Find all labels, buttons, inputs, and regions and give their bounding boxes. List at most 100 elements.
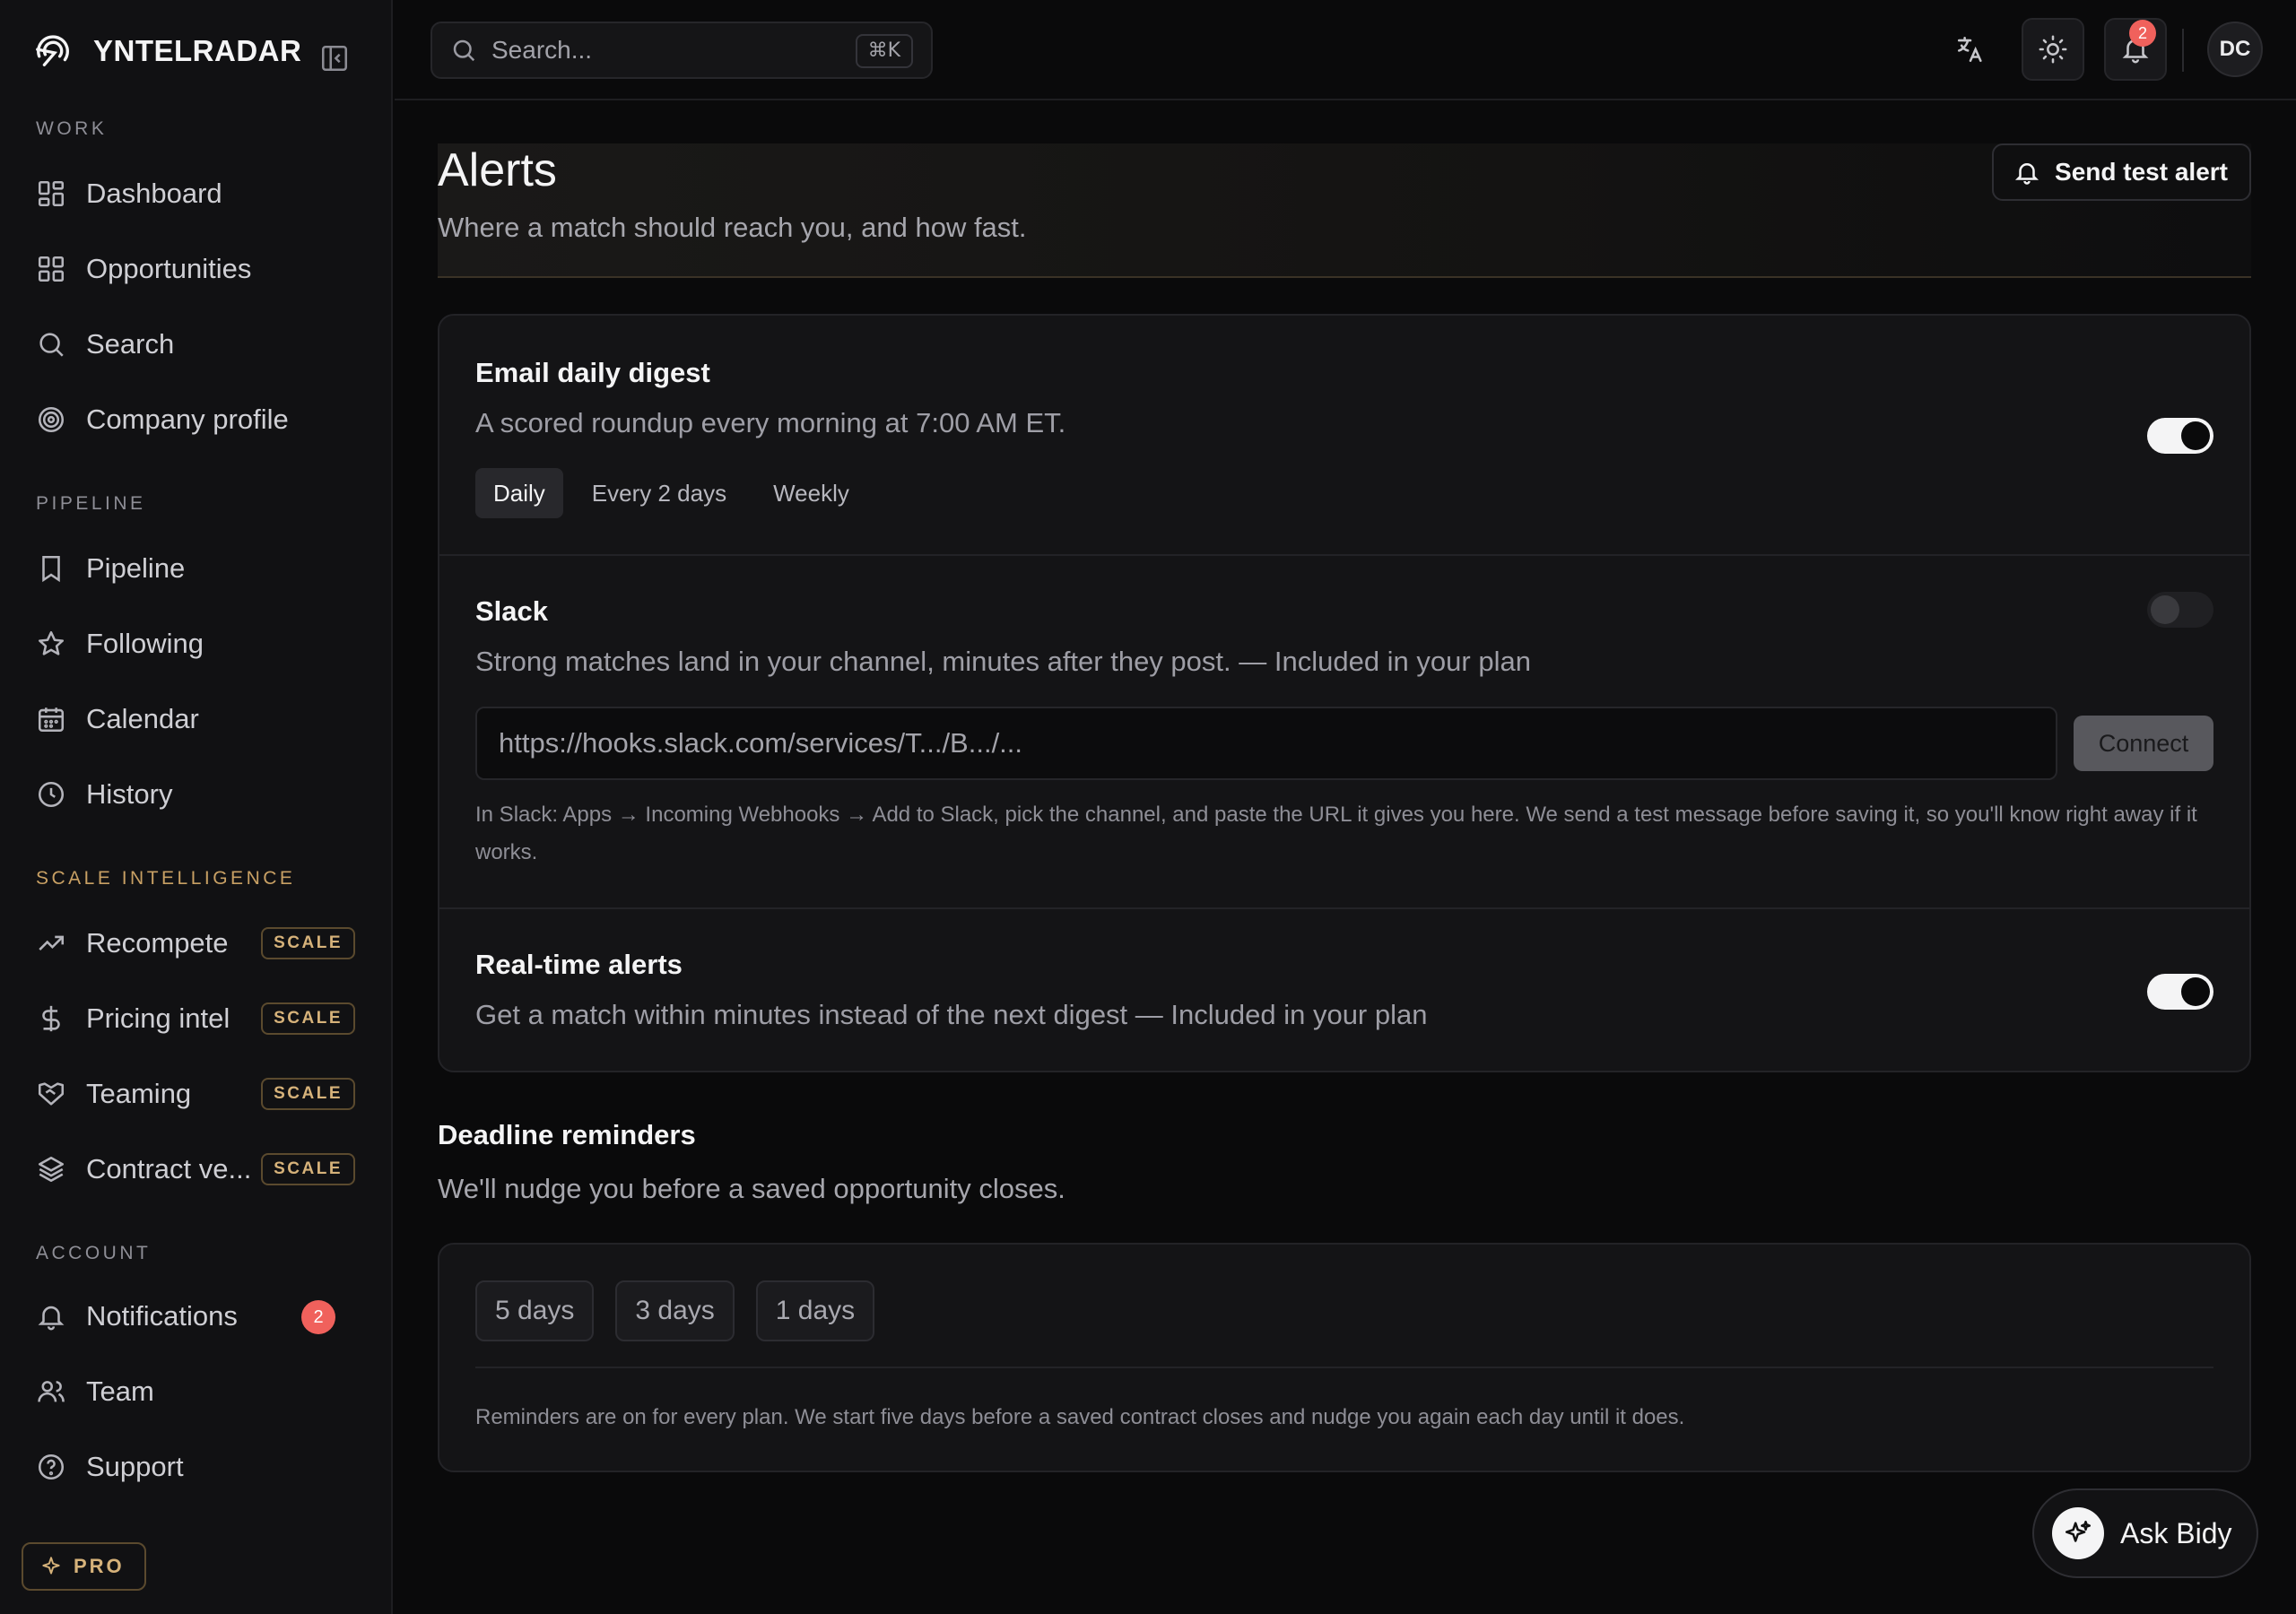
frequency-option-daily[interactable]: Daily <box>475 468 563 518</box>
sidebar: YNTELRADAR WORK Dashboard Opportunities … <box>0 0 393 1614</box>
sidebar-item-label: Company profile <box>86 404 289 435</box>
realtime-toggle[interactable] <box>2147 974 2213 1010</box>
email-digest-title: Email daily digest <box>475 357 710 388</box>
global-search[interactable]: Search... ⌘K <box>430 22 933 79</box>
reminder-options: 5 days 3 days 1 days <box>475 1280 896 1341</box>
sidebar-item-pricing-intel[interactable]: Pricing intel SCALE <box>22 988 371 1049</box>
sidebar-item-following[interactable]: Following <box>22 613 371 674</box>
reminder-option-5-days[interactable]: 5 days <box>475 1280 595 1341</box>
plan-badge[interactable]: PRO <box>22 1542 146 1591</box>
section-label-work: WORK <box>36 118 108 139</box>
topbar-divider <box>2182 29 2184 72</box>
topbar: Search... ⌘K 2 DC <box>395 0 2296 100</box>
send-test-alert-label: Send test alert <box>2055 158 2228 186</box>
slack-title: Slack <box>475 595 549 627</box>
dollar-icon <box>42 1005 60 1032</box>
deadline-reminders-title: Deadline reminders <box>438 1119 696 1150</box>
alert-channels-card: Email daily digest A scored roundup ever… <box>438 314 2251 1072</box>
slack-description: Strong matches land in your channel, min… <box>475 646 1531 677</box>
realtime-row: Real-time alerts Get a match within minu… <box>439 907 2249 1071</box>
sidebar-item-calendar[interactable]: Calendar <box>22 689 371 750</box>
scale-badge: SCALE <box>261 1153 355 1185</box>
email-digest-row: Email daily digest A scored roundup ever… <box>439 316 2249 554</box>
deadline-reminders-subtitle: We'll nudge you before a saved opportuni… <box>438 1173 1065 1204</box>
grid-icon <box>38 256 65 282</box>
sparkles-icon <box>2065 1520 2092 1542</box>
sidebar-item-label: Dashboard <box>86 178 222 209</box>
reminder-option-1-days[interactable]: 1 days <box>755 1280 875 1341</box>
sidebar-item-search[interactable]: Search <box>22 314 371 375</box>
sidebar-item-company-profile[interactable]: Company profile <box>22 389 371 450</box>
sidebar-item-history[interactable]: History <box>22 764 371 825</box>
star-icon <box>38 630 65 655</box>
page-title: Alerts <box>438 144 557 196</box>
translate-icon <box>1957 36 1982 63</box>
trending-up-icon <box>39 935 65 950</box>
realtime-title: Real-time alerts <box>475 949 683 980</box>
sidebar-item-label: Teaming <box>86 1078 192 1109</box>
sidebar-item-dashboard[interactable]: Dashboard <box>22 163 371 224</box>
ask-bidy-button[interactable]: Ask Bidy <box>2032 1488 2258 1578</box>
section-label-scale-intelligence: SCALE INTELLIGENCE <box>36 868 296 889</box>
dashboard-grid-icon <box>38 180 65 207</box>
target-icon <box>38 406 65 433</box>
sidebar-item-opportunities[interactable]: Opportunities <box>22 239 371 299</box>
sidebar-item-label: Following <box>86 628 204 659</box>
section-label-account: ACCOUNT <box>36 1243 152 1263</box>
sidebar-item-teaming[interactable]: Teaming SCALE <box>22 1063 371 1124</box>
handshake-icon <box>38 1082 65 1106</box>
calendar-icon <box>38 707 65 733</box>
deadline-reminders-card: 5 days 3 days 1 days Reminders are on fo… <box>438 1243 2251 1472</box>
slack-connect-button[interactable]: Connect <box>2074 716 2213 771</box>
brand[interactable]: YNTELRADAR <box>32 30 301 72</box>
assistant-avatar <box>2052 1507 2104 1559</box>
user-avatar[interactable]: DC <box>2207 22 2263 77</box>
sparkle-icon <box>42 1557 60 1575</box>
slack-toggle[interactable] <box>2147 592 2213 628</box>
notifications-button[interactable]: 2 <box>2104 18 2167 81</box>
section-label-pipeline: PIPELINE <box>36 493 146 514</box>
deadline-note: Reminders are on for every plan. We star… <box>475 1405 1685 1429</box>
send-test-alert-button[interactable]: Send test alert <box>1992 143 2251 201</box>
card-divider <box>475 1367 2213 1368</box>
sidebar-item-support[interactable]: Support <box>22 1436 371 1497</box>
notification-count-badge: 2 <box>2129 20 2156 47</box>
scale-badge: SCALE <box>261 1078 355 1110</box>
clock-icon <box>38 781 65 808</box>
sidebar-item-label: Pricing intel <box>86 1002 230 1034</box>
sidebar-item-label: History <box>86 778 173 810</box>
slack-row: Slack Strong matches land in your channe… <box>439 554 2249 907</box>
sun-icon <box>2039 35 2067 64</box>
reminder-option-3-days[interactable]: 3 days <box>615 1280 735 1341</box>
scale-badge: SCALE <box>261 1002 355 1035</box>
digest-frequency-selector: Daily Every 2 days Weekly <box>475 468 878 518</box>
help-circle-icon <box>38 1453 65 1480</box>
sidebar-collapse-icon[interactable] <box>319 43 350 74</box>
sidebar-item-pipeline[interactable]: Pipeline <box>22 538 371 599</box>
bookmark-icon <box>42 555 60 583</box>
sidebar-item-contract-vehicles[interactable]: Contract ve... SCALE <box>22 1139 371 1200</box>
email-digest-toggle[interactable] <box>2147 418 2213 454</box>
sidebar-item-label: Search <box>86 328 175 360</box>
search-icon <box>453 39 475 62</box>
frequency-option-every-2-days[interactable]: Every 2 days <box>574 468 744 518</box>
slack-webhook-input[interactable]: https://hooks.slack.com/services/T.../B.… <box>475 707 2057 780</box>
sidebar-item-label: Opportunities <box>86 253 252 284</box>
radar-logo-icon <box>36 35 69 67</box>
sidebar-item-team[interactable]: Team <box>22 1361 371 1422</box>
sidebar-item-label: Support <box>86 1451 184 1482</box>
search-icon <box>39 333 64 357</box>
sidebar-item-recompete[interactable]: Recompete SCALE <box>22 913 371 974</box>
page-header: Alerts Where a match should reach you, a… <box>438 143 2251 278</box>
users-icon <box>38 1381 65 1402</box>
layers-icon <box>38 1156 65 1183</box>
plan-badge-label: PRO <box>74 1555 125 1577</box>
language-button[interactable] <box>1939 18 2002 81</box>
sidebar-item-notifications[interactable]: Notifications 2 <box>22 1286 371 1347</box>
realtime-description: Get a match within minutes instead of th… <box>475 999 1428 1030</box>
frequency-option-weekly[interactable]: Weekly <box>755 468 867 518</box>
bell-icon <box>2015 163 2039 185</box>
sidebar-item-label: Team <box>86 1375 154 1407</box>
theme-toggle-button[interactable] <box>2022 18 2084 81</box>
bell-icon <box>38 1306 65 1331</box>
